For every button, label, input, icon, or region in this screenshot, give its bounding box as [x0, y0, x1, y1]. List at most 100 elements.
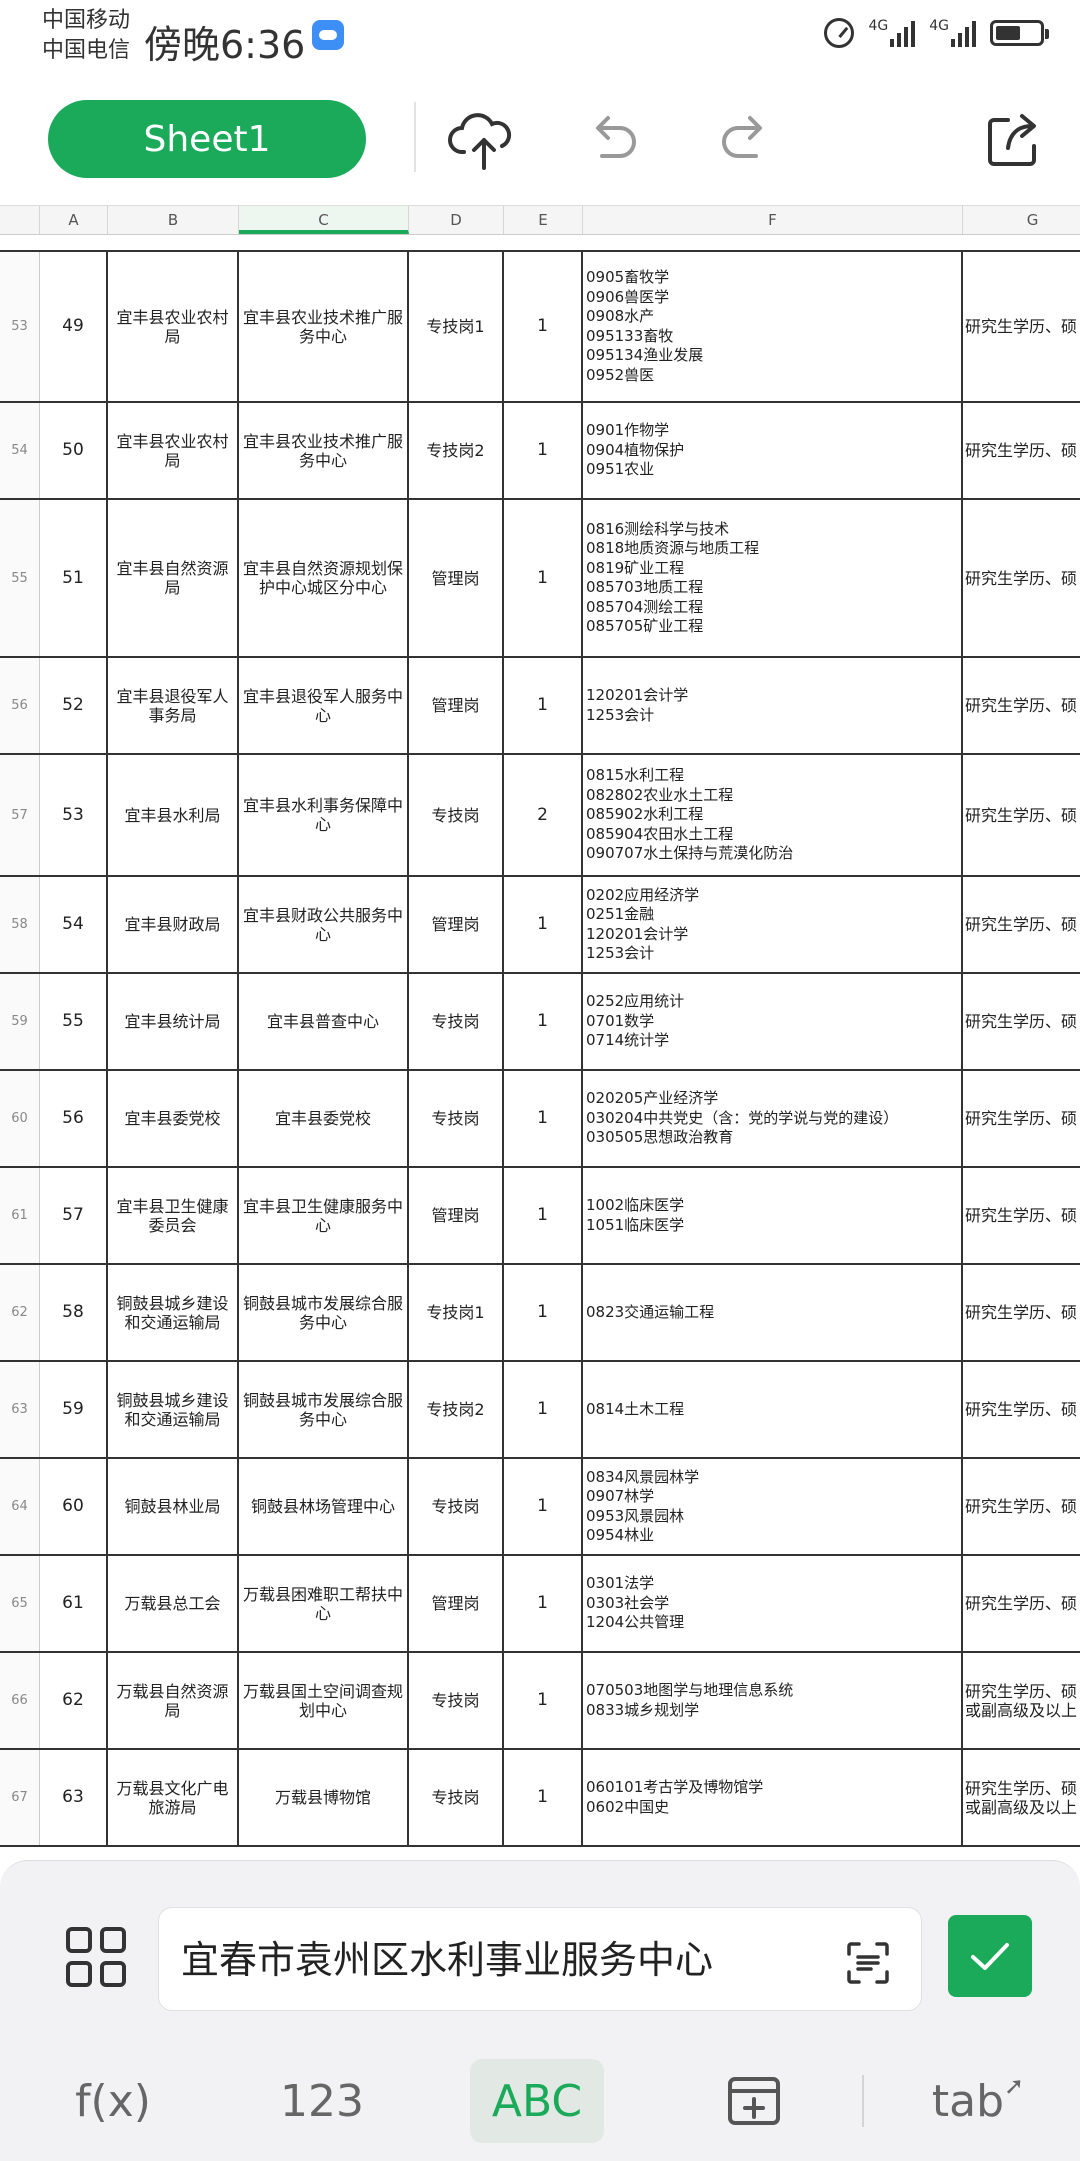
cell-index[interactable]: 50: [40, 403, 108, 498]
cell-major[interactable]: 020205产业经济学 030204中共党史（含：党的学说与党的建设） 0305…: [583, 1071, 963, 1166]
cell-education[interactable]: 研究生学历、硕: [963, 658, 1080, 753]
tab-key[interactable]: tab ➚: [928, 2059, 1028, 2143]
cell-major[interactable]: 0202应用经济学 0251金融 120201会计学 1253会计: [583, 877, 963, 972]
cell-position[interactable]: 管理岗: [409, 1556, 504, 1651]
row-number-cell[interactable]: 62: [0, 1265, 40, 1360]
column-header-g[interactable]: G: [963, 206, 1080, 234]
row-number-cell[interactable]: 58: [0, 877, 40, 972]
cell-major[interactable]: 0301法学 0303社会学 1204公共管理: [583, 1556, 963, 1651]
cell-position[interactable]: 专技岗1: [409, 252, 504, 401]
cell-count[interactable]: 1: [504, 1265, 583, 1360]
cell-major[interactable]: 060101考古学及博物馆学 0602中国史: [583, 1750, 963, 1845]
cell-education[interactable]: 研究生学历、硕: [963, 755, 1080, 875]
row-number-cell[interactable]: 63: [0, 1362, 40, 1457]
cell-unit[interactable]: 宜丰县卫生健康服务中心: [239, 1168, 409, 1263]
cell-index[interactable]: 54: [40, 877, 108, 972]
cell-education[interactable]: 研究生学历、硕 或副高级及以上: [963, 1750, 1080, 1845]
cell-count[interactable]: 1: [504, 252, 583, 401]
cell-index[interactable]: 60: [40, 1459, 108, 1554]
cell-major[interactable]: 070503地图学与地理信息系统 0833城乡规划学: [583, 1653, 963, 1748]
cell-unit[interactable]: 宜丰县退役军人服务中心: [239, 658, 409, 753]
cell-department[interactable]: 宜丰县水利局: [108, 755, 239, 875]
cell-unit[interactable]: 万载县国土空间调查规划中心: [239, 1653, 409, 1748]
cell-index[interactable]: 58: [40, 1265, 108, 1360]
cell-education[interactable]: 研究生学历、硕: [963, 500, 1080, 656]
row-number-cell[interactable]: 53: [0, 252, 40, 401]
cell-education[interactable]: 研究生学历、硕: [963, 1168, 1080, 1263]
cell-department[interactable]: 宜丰县统计局: [108, 974, 239, 1069]
function-key[interactable]: f(x): [58, 2059, 168, 2143]
cell-unit[interactable]: 宜丰县委党校: [239, 1071, 409, 1166]
row-number-cell[interactable]: 57: [0, 755, 40, 875]
cell-unit[interactable]: 万载县博物馆: [239, 1750, 409, 1845]
cell-major[interactable]: 0905畜牧学 0906兽医学 0908水产 095133畜牧 095134渔业…: [583, 252, 963, 401]
cell-index[interactable]: 49: [40, 252, 108, 401]
cell-count[interactable]: 1: [504, 1362, 583, 1457]
cell-count[interactable]: 1: [504, 974, 583, 1069]
row-number-cell[interactable]: 60: [0, 1071, 40, 1166]
cell-unit[interactable]: 铜鼓县城市发展综合服务中心: [239, 1265, 409, 1360]
column-header-c[interactable]: C: [239, 206, 409, 234]
undo-icon[interactable]: [578, 106, 648, 176]
cell-major[interactable]: 0816测绘科学与技术 0818地质资源与地质工程 0819矿业工程 08570…: [583, 500, 963, 656]
cell-index[interactable]: 53: [40, 755, 108, 875]
cell-index[interactable]: 56: [40, 1071, 108, 1166]
cell-index[interactable]: 51: [40, 500, 108, 656]
sheet-tab-button[interactable]: Sheet1: [48, 100, 366, 178]
cell-education[interactable]: 研究生学历、硕: [963, 1459, 1080, 1554]
cell-department[interactable]: 宜丰县退役军人事务局: [108, 658, 239, 753]
cell-count[interactable]: 1: [504, 1071, 583, 1166]
cell-department[interactable]: 万载县文化广电旅游局: [108, 1750, 239, 1845]
cell-count[interactable]: 1: [504, 403, 583, 498]
cell-unit[interactable]: 宜丰县普查中心: [239, 974, 409, 1069]
cell-education[interactable]: 研究生学历、硕: [963, 1362, 1080, 1457]
cell-unit[interactable]: 宜丰县农业技术推广服务中心: [239, 252, 409, 401]
cell-department[interactable]: 宜丰县委党校: [108, 1071, 239, 1166]
cell-major[interactable]: 1002临床医学 1051临床医学: [583, 1168, 963, 1263]
insert-table-icon[interactable]: [714, 2059, 794, 2143]
cell-major[interactable]: 0834风景园林学 0907林学 0953风景园林 0954林业: [583, 1459, 963, 1554]
row-number-cell[interactable]: 61: [0, 1168, 40, 1263]
cell-count[interactable]: 1: [504, 877, 583, 972]
confirm-button[interactable]: [948, 1915, 1032, 1997]
cell-major[interactable]: 0815水利工程 082802农业水土工程 085902水利工程 085904农…: [583, 755, 963, 875]
cell-unit[interactable]: 铜鼓县林场管理中心: [239, 1459, 409, 1554]
cell-major[interactable]: 0252应用统计 0701数学 0714统计学: [583, 974, 963, 1069]
cell-position[interactable]: 专技岗: [409, 1071, 504, 1166]
cell-department[interactable]: 宜丰县自然资源局: [108, 500, 239, 656]
row-number-cell[interactable]: 56: [0, 658, 40, 753]
row-number-cell[interactable]: 55: [0, 500, 40, 656]
cell-count[interactable]: 1: [504, 658, 583, 753]
cell-department[interactable]: 宜丰县卫生健康委员会: [108, 1168, 239, 1263]
cell-position[interactable]: 管理岗: [409, 1168, 504, 1263]
cell-major[interactable]: 0823交通运输工程: [583, 1265, 963, 1360]
row-number-cell[interactable]: 66: [0, 1653, 40, 1748]
cloud-upload-icon[interactable]: [446, 106, 516, 176]
cell-department[interactable]: 铜鼓县城乡建设和交通运输局: [108, 1265, 239, 1360]
column-header-e[interactable]: E: [504, 206, 583, 234]
formula-input[interactable]: 宜春市袁州区水利事业服务中心: [158, 1907, 922, 2011]
cell-department[interactable]: 铜鼓县林业局: [108, 1459, 239, 1554]
cell-unit[interactable]: 宜丰县农业技术推广服务中心: [239, 403, 409, 498]
row-number-cell[interactable]: 67: [0, 1750, 40, 1845]
cell-department[interactable]: 宜丰县农业农村局: [108, 252, 239, 401]
cell-education[interactable]: 研究生学历、硕: [963, 252, 1080, 401]
cell-position[interactable]: 专技岗: [409, 1459, 504, 1554]
cell-position[interactable]: 管理岗: [409, 500, 504, 656]
cell-count[interactable]: 1: [504, 500, 583, 656]
cell-department[interactable]: 万载县自然资源局: [108, 1653, 239, 1748]
cell-count[interactable]: 1: [504, 1168, 583, 1263]
number-key[interactable]: 123: [262, 2059, 382, 2143]
cell-count[interactable]: 2: [504, 755, 583, 875]
cell-position[interactable]: 专技岗: [409, 1750, 504, 1845]
cell-unit[interactable]: 宜丰县自然资源规划保护中心城区分中心: [239, 500, 409, 656]
cell-education[interactable]: 研究生学历、硕 或副高级及以上: [963, 1653, 1080, 1748]
cell-count[interactable]: 1: [504, 1750, 583, 1845]
cell-department[interactable]: 万载县总工会: [108, 1556, 239, 1651]
cell-position[interactable]: 专技岗1: [409, 1265, 504, 1360]
cell-education[interactable]: 研究生学历、硕: [963, 974, 1080, 1069]
column-header-d[interactable]: D: [409, 206, 504, 234]
cell-position[interactable]: 专技岗: [409, 974, 504, 1069]
row-number-cell[interactable]: 65: [0, 1556, 40, 1651]
cell-index[interactable]: 61: [40, 1556, 108, 1651]
